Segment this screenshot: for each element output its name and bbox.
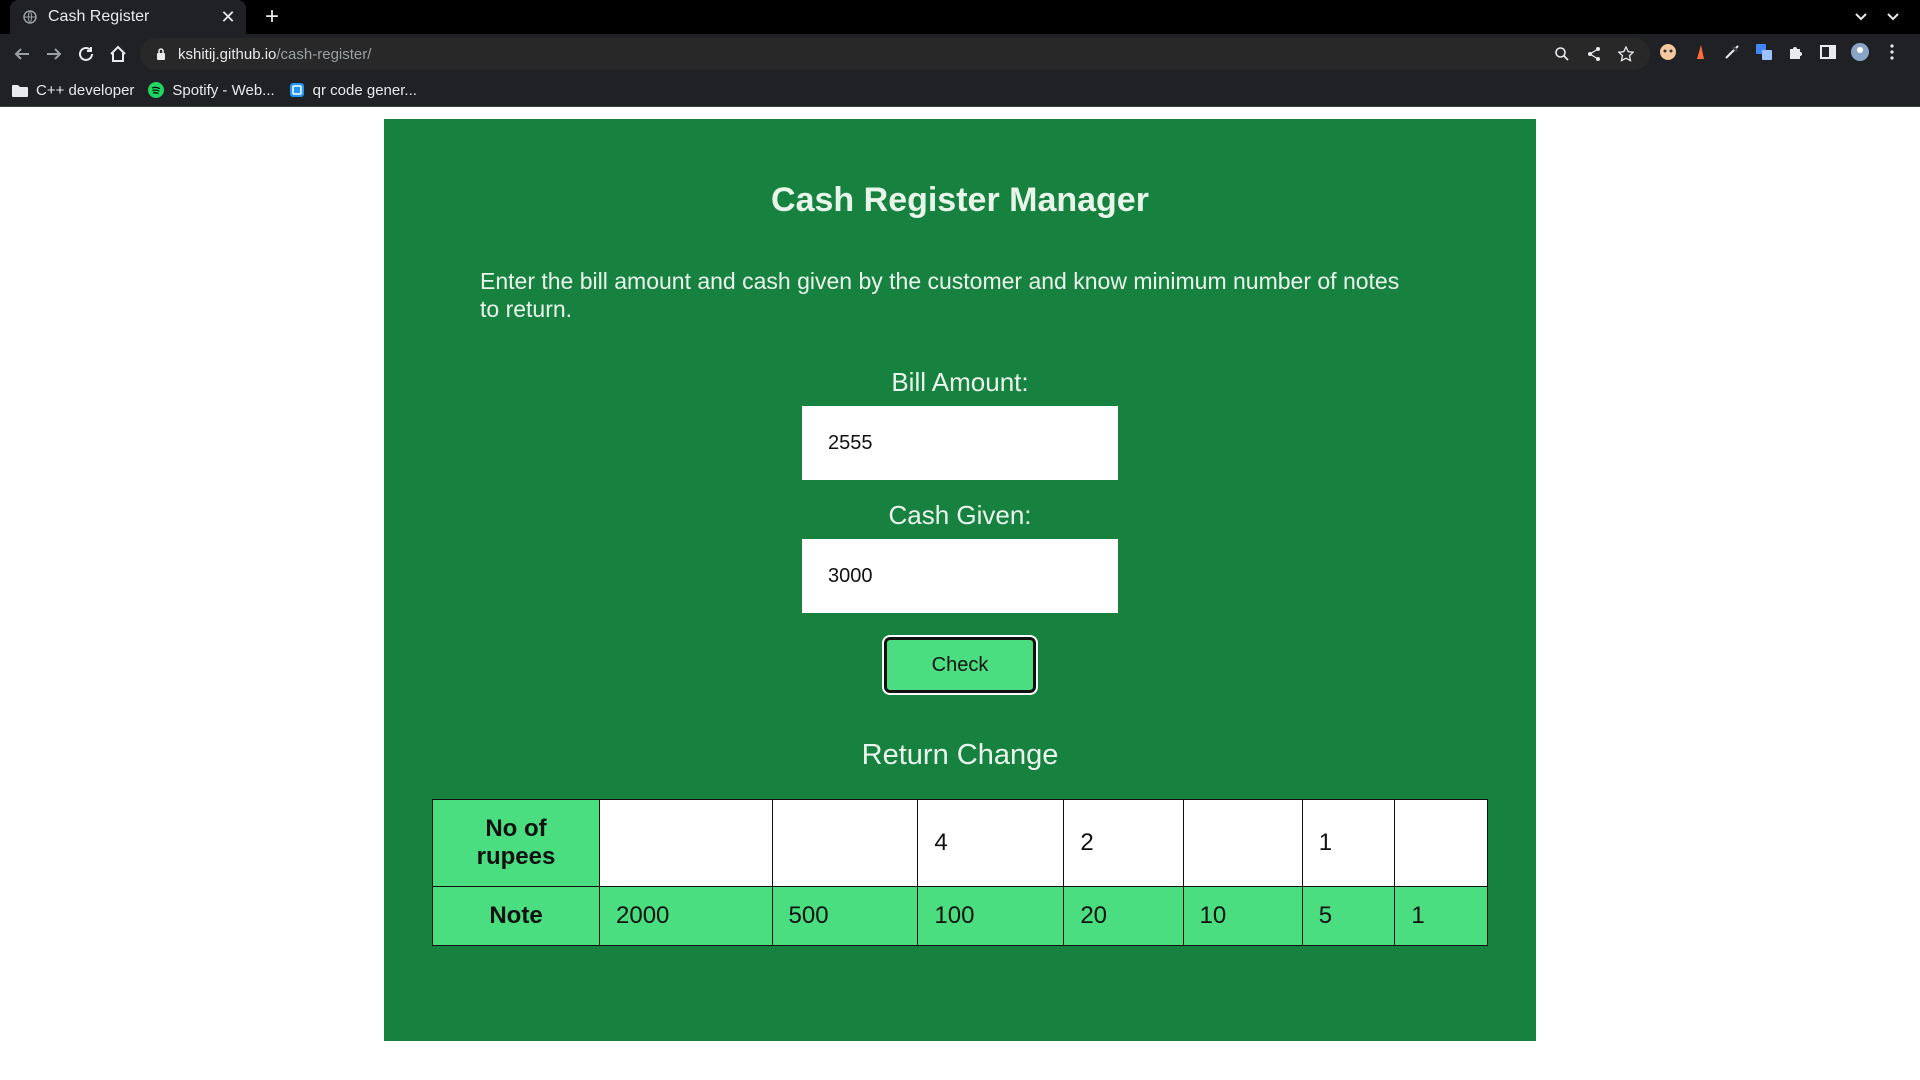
bill-amount-label: Bill Amount: [891, 367, 1029, 397]
lock-icon [154, 47, 168, 61]
translate-icon[interactable] [1752, 40, 1776, 64]
globe-icon [22, 9, 38, 25]
count-cell [771, 799, 919, 887]
bookmark-star-icon[interactable] [1616, 44, 1636, 64]
bookmark-item[interactable]: qr code gener... [289, 82, 417, 99]
back-arrow-icon[interactable] [8, 40, 36, 68]
window-caret-icon[interactable] [1880, 4, 1906, 30]
side-panel-icon[interactable] [1816, 40, 1840, 64]
home-icon[interactable] [104, 40, 132, 68]
folder-icon [12, 82, 28, 98]
extension-avatar-icon[interactable] [1656, 40, 1680, 64]
note-cell: 100 [917, 886, 1065, 946]
note-cell: 20 [1063, 886, 1184, 946]
count-cell [1182, 799, 1303, 887]
reload-icon[interactable] [72, 40, 100, 68]
bookmark-item[interactable]: C++ developer [12, 82, 134, 99]
count-cell: 4 [917, 799, 1065, 887]
browser-tab-strip: Cash Register ✕ + [0, 0, 1920, 34]
count-cell: 2 [1063, 799, 1184, 887]
bookmark-label: qr code gener... [312, 81, 417, 99]
check-button[interactable]: Check [882, 635, 1038, 695]
qr-icon [289, 82, 305, 98]
bookmarks-bar: C++ developer Spotify - Web... qr code g… [0, 74, 1920, 107]
bookmark-label: C++ developer [36, 81, 135, 99]
cash-register-panel: Cash Register Manager Enter the bill amo… [384, 119, 1536, 1041]
extension-pen-icon[interactable] [1720, 40, 1744, 64]
extension-orange-icon[interactable] [1688, 40, 1712, 64]
bookmark-label: Spotify - Web... [172, 81, 275, 99]
count-cell [599, 799, 773, 887]
table-row: No of rupees 4 2 1 [432, 799, 1488, 887]
more-menu-icon[interactable] [1880, 40, 1904, 64]
note-cell: 10 [1182, 886, 1303, 946]
page-description: Enter the bill amount and cash given by … [480, 268, 1400, 322]
page-title: Cash Register Manager [771, 181, 1149, 219]
count-cell: 1 [1301, 799, 1396, 887]
share-icon[interactable] [1584, 44, 1604, 64]
note-cell: 5 [1301, 886, 1396, 946]
tab-title: Cash Register [48, 8, 150, 25]
page-viewport: Cash Register Manager Enter the bill amo… [0, 107, 1920, 1080]
cash-given-label: Cash Given: [888, 500, 1032, 530]
chevron-down-icon[interactable] [1848, 4, 1874, 30]
row-header-note: Note [432, 886, 600, 946]
bill-amount-input[interactable]: 2555 [802, 406, 1118, 480]
note-cell: 500 [771, 886, 919, 946]
profile-avatar-icon[interactable] [1848, 40, 1872, 64]
forward-arrow-icon[interactable] [40, 40, 68, 68]
address-bar[interactable]: kshitij.github.io/cash-register/ [140, 38, 1650, 70]
cash-given-input[interactable]: 3000 [802, 539, 1118, 613]
count-cell [1394, 799, 1488, 887]
zoom-icon[interactable] [1552, 44, 1572, 64]
puzzle-extensions-icon[interactable] [1784, 40, 1808, 64]
browser-tab[interactable]: Cash Register ✕ [10, 0, 246, 34]
url-host: kshitij.github.io [178, 45, 277, 63]
return-change-heading: Return Change [861, 739, 1059, 771]
change-table: No of rupees 4 2 1 Note 2000 500 100 20 … [432, 799, 1488, 946]
new-tab-icon[interactable]: + [258, 3, 286, 31]
close-tab-icon[interactable]: ✕ [216, 5, 240, 29]
table-row: Note 2000 500 100 20 10 5 1 [432, 886, 1488, 946]
note-cell: 1 [1394, 886, 1488, 946]
note-cell: 2000 [599, 886, 773, 946]
url-path: /cash-register/ [276, 45, 372, 63]
browser-toolbar: kshitij.github.io/cash-register/ [0, 34, 1920, 74]
row-header-count: No of rupees [432, 799, 600, 887]
spotify-icon [148, 82, 165, 98]
bookmark-item[interactable]: Spotify - Web... [148, 81, 275, 99]
